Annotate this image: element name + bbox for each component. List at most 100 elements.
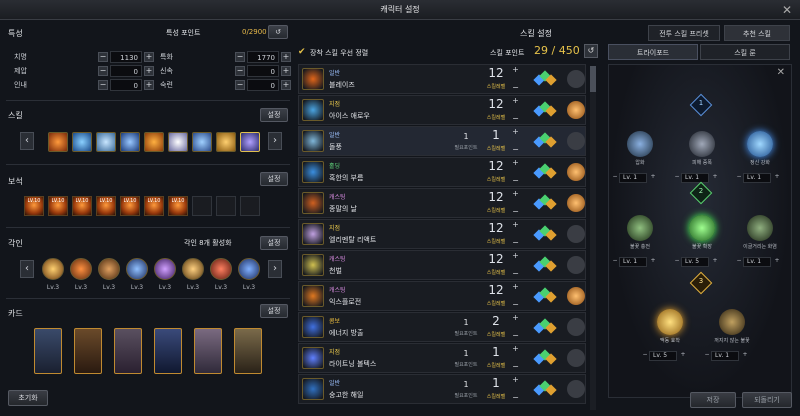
gem-slot-empty[interactable] xyxy=(192,196,212,216)
tripod-node[interactable] xyxy=(627,131,653,157)
engraving-icon[interactable] xyxy=(42,258,64,280)
tripod-node[interactable] xyxy=(657,309,683,335)
gem-slot[interactable]: LV.10 xyxy=(72,196,92,216)
minus-button[interactable]: − xyxy=(235,66,245,76)
tripod-node[interactable] xyxy=(627,215,653,241)
card-slot[interactable] xyxy=(74,328,102,374)
gem-slot-empty[interactable] xyxy=(216,196,236,216)
plus-button[interactable]: + xyxy=(511,159,520,168)
tripod-level[interactable]: Lv. 1 xyxy=(743,173,771,183)
skill-row[interactable]: 일반 돌풍 1 필요포인트 1 스킬레벨 + − xyxy=(298,126,586,156)
tripod-node[interactable] xyxy=(747,131,773,157)
card-slot[interactable] xyxy=(154,328,182,374)
minus-button[interactable]: − xyxy=(511,270,520,279)
gems-settings-button[interactable]: 설정 xyxy=(260,172,288,186)
plus-button[interactable]: + xyxy=(511,314,520,323)
skills-settings-button[interactable]: 설정 xyxy=(260,108,288,122)
plus-button[interactable]: + xyxy=(711,173,719,183)
plus-button[interactable]: + xyxy=(511,252,520,261)
minus-button[interactable]: − xyxy=(641,351,649,361)
plus-button[interactable]: + xyxy=(511,376,520,385)
engraving-icon[interactable] xyxy=(154,258,176,280)
skill-slot[interactable] xyxy=(168,132,188,152)
tab-skill-rune[interactable]: 스킬 룬 xyxy=(700,44,790,60)
tripod-level[interactable]: Lv. 1 xyxy=(681,173,709,183)
plus-button[interactable]: + xyxy=(679,351,687,361)
engravings-next-button[interactable]: › xyxy=(268,260,282,278)
card-slot[interactable] xyxy=(194,328,222,374)
gem-slot[interactable]: LV.10 xyxy=(48,196,68,216)
tripod-level[interactable]: Lv. 5 xyxy=(681,257,709,267)
card-slot[interactable] xyxy=(234,328,262,374)
plus-button[interactable]: + xyxy=(511,283,520,292)
plus-button[interactable]: + xyxy=(281,66,291,76)
skill-slot[interactable] xyxy=(216,132,236,152)
skill-rune-slot[interactable] xyxy=(567,225,585,243)
scrollbar-thumb[interactable] xyxy=(590,66,596,92)
engraving-icon[interactable] xyxy=(238,258,260,280)
plus-button[interactable]: + xyxy=(773,173,781,183)
cards-settings-button[interactable]: 설정 xyxy=(260,304,288,318)
plus-button[interactable]: + xyxy=(511,66,520,75)
skill-points-reset-icon[interactable]: ↺ xyxy=(584,44,598,58)
plus-button[interactable]: + xyxy=(511,97,520,106)
skill-row[interactable]: 지점 라이트닝 볼텍스 1 필요포인트 1 스킬레벨 + − xyxy=(298,343,586,373)
skill-rune-slot[interactable] xyxy=(567,318,585,336)
minus-button[interactable]: − xyxy=(98,52,108,62)
plus-button[interactable]: + xyxy=(649,173,657,183)
close-icon[interactable]: ✕ xyxy=(777,67,785,78)
skill-rune-slot[interactable] xyxy=(567,101,585,119)
minus-button[interactable]: − xyxy=(511,239,520,248)
plus-button[interactable]: + xyxy=(511,221,520,230)
gem-slot[interactable]: LV.10 xyxy=(96,196,116,216)
plus-button[interactable]: + xyxy=(741,351,749,361)
gem-slot-empty[interactable] xyxy=(240,196,260,216)
skill-slot[interactable] xyxy=(192,132,212,152)
skill-row[interactable]: 콤보 에너지 방출 1 필요포인트 2 스킬레벨 + − xyxy=(298,312,586,342)
tab-recommended[interactable]: 추천 스킬 xyxy=(724,25,790,41)
plus-button[interactable]: + xyxy=(281,52,291,62)
scrollbar[interactable] xyxy=(590,66,596,410)
skill-slot[interactable] xyxy=(48,132,68,152)
engravings-prev-button[interactable]: ‹ xyxy=(20,260,34,278)
engraving-icon[interactable] xyxy=(98,258,120,280)
engravings-settings-button[interactable]: 설정 xyxy=(260,236,288,250)
gem-slot[interactable]: LV.10 xyxy=(144,196,164,216)
minus-button[interactable]: − xyxy=(511,363,520,372)
minus-button[interactable]: − xyxy=(511,84,520,93)
checkbox-icon[interactable]: ✔ xyxy=(298,47,308,57)
stat-value[interactable]: 1130 xyxy=(110,51,142,63)
minus-button[interactable]: − xyxy=(611,173,619,183)
minus-button[interactable]: − xyxy=(673,173,681,183)
tripod-node[interactable] xyxy=(719,309,745,335)
card-slot[interactable] xyxy=(34,328,62,374)
plus-button[interactable]: + xyxy=(144,80,154,90)
minus-button[interactable]: − xyxy=(673,257,681,267)
skill-rune-slot[interactable] xyxy=(567,349,585,367)
minus-button[interactable]: − xyxy=(511,115,520,124)
plus-button[interactable]: + xyxy=(281,80,291,90)
minus-button[interactable]: − xyxy=(235,52,245,62)
plus-button[interactable]: + xyxy=(511,190,520,199)
skill-rune-slot[interactable] xyxy=(567,194,585,212)
skill-slot[interactable] xyxy=(72,132,92,152)
skill-slot[interactable] xyxy=(120,132,140,152)
skill-rune-slot[interactable] xyxy=(567,132,585,150)
plus-button[interactable]: + xyxy=(649,257,657,267)
skill-row[interactable]: 일반 숭고한 해일 1 필요포인트 1 스킬레벨 + − xyxy=(298,374,586,404)
engraving-icon[interactable] xyxy=(126,258,148,280)
tripod-node[interactable] xyxy=(689,131,715,157)
skill-rune-slot[interactable] xyxy=(567,163,585,181)
tripod-level[interactable]: Lv. 1 xyxy=(619,173,647,183)
engraving-icon[interactable] xyxy=(70,258,92,280)
minus-button[interactable]: − xyxy=(703,351,711,361)
close-icon[interactable]: ✕ xyxy=(782,0,792,20)
tripod-level[interactable]: Lv. 1 xyxy=(711,351,739,361)
skill-rune-slot[interactable] xyxy=(567,380,585,398)
skill-row[interactable]: 홀딩 혹한의 부름 12 스킬레벨 + − xyxy=(298,157,586,187)
minus-button[interactable]: − xyxy=(735,173,743,183)
plus-button[interactable]: + xyxy=(511,128,520,137)
plus-button[interactable]: + xyxy=(144,66,154,76)
tripod-level[interactable]: Lv. 5 xyxy=(649,351,677,361)
minus-button[interactable]: − xyxy=(511,177,520,186)
